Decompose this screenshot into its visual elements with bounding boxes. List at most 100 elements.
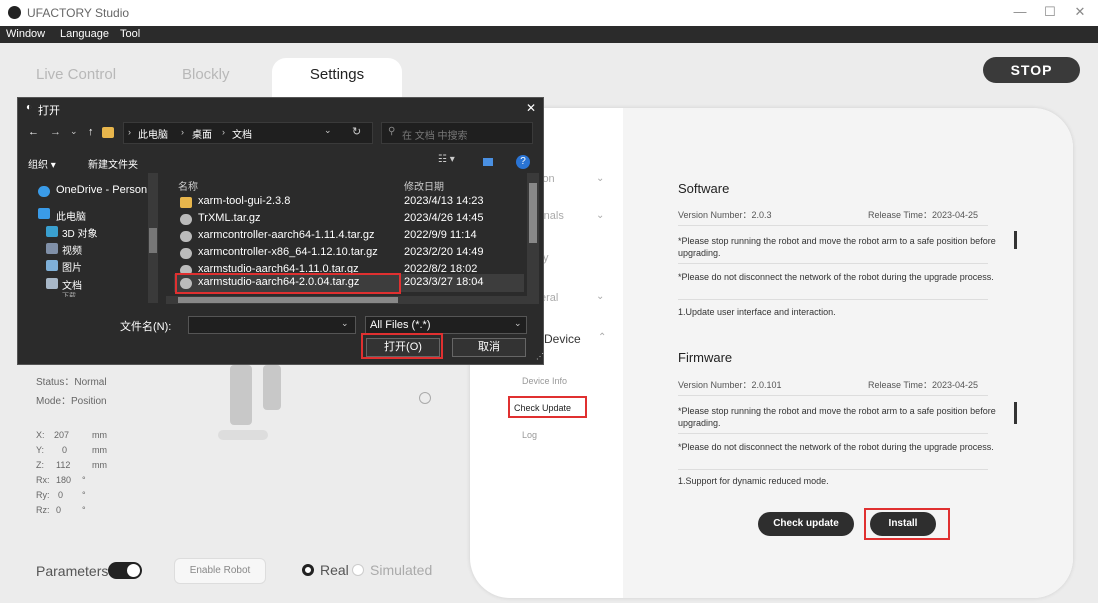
coord-axis: Z:: [36, 460, 44, 470]
breadcrumb-item[interactable]: 桌面: [192, 126, 212, 141]
nav-log[interactable]: Log: [522, 430, 537, 440]
tree-item-onedrive[interactable]: OneDrive - Person: [56, 184, 147, 196]
preview-pane-icon[interactable]: [483, 158, 493, 166]
scroll-thumb[interactable]: [529, 183, 537, 243]
back-arrow-icon[interactable]: ←: [28, 126, 39, 138]
help-icon[interactable]: ?: [516, 155, 530, 169]
breadcrumb-sep-icon: ›: [222, 127, 225, 137]
cancel-button[interactable]: 取消: [452, 338, 526, 357]
chevron-down-icon: ⌄: [596, 210, 605, 221]
view-options-icon[interactable]: ☷ ▾: [438, 154, 455, 165]
tab-blockly[interactable]: Blockly: [182, 66, 230, 83]
resize-grip-icon[interactable]: ⋰: [536, 352, 544, 361]
column-header-name[interactable]: 名称: [178, 178, 198, 193]
scroll-thumb[interactable]: [149, 228, 157, 253]
tree-item-pictures[interactable]: 图片: [62, 259, 82, 274]
dialog-icon: ◐: [26, 102, 33, 113]
minimize-icon[interactable]: —: [1010, 4, 1030, 19]
forward-arrow-icon[interactable]: →: [50, 126, 61, 138]
folder-icon: [102, 127, 114, 138]
tree-item-this-pc[interactable]: 此电脑: [56, 208, 86, 223]
software-note: *Please stop running the robot and move …: [678, 236, 996, 258]
software-scrollbar[interactable]: [1014, 231, 1017, 249]
robot-arm-image: [230, 365, 252, 425]
file-list-scrollbar[interactable]: [527, 173, 539, 303]
up-arrow-icon[interactable]: ↑: [88, 126, 94, 138]
nav-item-device[interactable]: Device: [544, 332, 581, 346]
new-folder-button[interactable]: 新建文件夹: [88, 156, 138, 171]
breadcrumb-item[interactable]: 此电脑: [138, 126, 168, 141]
file-row-name[interactable]: TrXML.tar.gz: [198, 212, 261, 224]
coord-axis: Ry:: [36, 490, 50, 500]
dialog-title: 打开: [38, 105, 60, 117]
title-bar: UFACTORY Studio — ☐ ✕: [0, 0, 1098, 26]
dialog-close-icon[interactable]: ✕: [526, 101, 536, 115]
tab-live-control[interactable]: Live Control: [36, 66, 116, 83]
tree-item-videos[interactable]: 视频: [62, 242, 82, 257]
coord-axis: Rx:: [36, 475, 50, 485]
filename-input[interactable]: ⌄: [188, 316, 356, 334]
chevron-down-icon: ⌄: [514, 318, 522, 328]
simulated-radio[interactable]: [352, 564, 364, 576]
coord-unit: mm: [92, 460, 107, 470]
coord-value: 0: [58, 490, 64, 500]
recent-dropdown-icon[interactable]: ⌄: [70, 126, 78, 137]
file-row-name[interactable]: xarmcontroller-x86_64-1.12.10.tar.gz: [198, 246, 378, 258]
breadcrumb-item[interactable]: 文档: [232, 126, 252, 141]
chevron-down-icon[interactable]: ⌄: [341, 318, 349, 329]
crosshair-icon[interactable]: [419, 392, 431, 404]
search-input[interactable]: ⚲ 在 文档 中搜索: [381, 122, 533, 144]
firmware-scrollbar[interactable]: [1014, 402, 1017, 424]
file-type-select[interactable]: All Files (*.*) ⌄: [365, 316, 527, 334]
coord-axis: Y:: [36, 445, 45, 455]
coord-value: 180: [56, 475, 72, 485]
organize-button[interactable]: 组织 ▾: [28, 156, 56, 171]
coord-unit: °: [82, 475, 86, 485]
file-row-date: 2023/4/13 14:23: [404, 195, 484, 207]
chevron-down-icon: ⌄: [596, 291, 605, 302]
tree-scrollbar[interactable]: [148, 173, 158, 303]
tree-item-documents[interactable]: 文档: [62, 277, 82, 292]
chevron-down-icon: ⌄: [596, 173, 605, 184]
close-icon[interactable]: ✕: [1070, 4, 1090, 20]
file-row-date: 2023/3/27 18:04: [404, 276, 484, 288]
divider: [678, 225, 988, 226]
simulated-label: Simulated: [370, 562, 433, 578]
scroll-thumb[interactable]: [178, 297, 398, 303]
check-update-button[interactable]: Check update: [758, 512, 854, 536]
software-release-time: Release Time：2023-04-25: [868, 210, 979, 220]
real-label: Real: [320, 562, 349, 578]
file-row-name[interactable]: xarmcontroller-aarch64-1.11.4.tar.gz: [198, 229, 375, 241]
tree-item-3d[interactable]: 3D 对象: [62, 225, 98, 240]
menu-language[interactable]: Language: [60, 28, 109, 40]
address-bar[interactable]: › 此电脑 › 桌面 › 文档 ⌄ ↻: [123, 122, 373, 144]
stop-button[interactable]: STOP: [983, 57, 1080, 83]
software-title: Software: [678, 181, 730, 196]
nav-device-info[interactable]: Device Info: [522, 376, 567, 386]
divider: [678, 395, 988, 396]
divider: [678, 263, 988, 264]
tree-item-downloads[interactable]: 下载: [62, 291, 76, 297]
coord-value: 0: [62, 445, 68, 455]
file-row-date: 2023/2/20 14:49: [404, 246, 484, 258]
firmware-release-time: Release Time：2023-04-25: [868, 380, 979, 390]
open-file-dialog: ◐ 打开 ✕ ← → ⌄ ↑ › 此电脑 › 桌面 › 文档 ⌄ ↻ ⚲ 在 文…: [17, 97, 544, 365]
computer-icon: [38, 208, 50, 219]
refresh-icon[interactable]: ↻: [352, 125, 361, 138]
maximize-icon[interactable]: ☐: [1040, 4, 1060, 20]
coord-unit: °: [82, 490, 86, 500]
column-header-date[interactable]: 修改日期: [404, 178, 444, 193]
tab-settings[interactable]: Settings: [272, 58, 402, 98]
chevron-down-icon[interactable]: ⌄: [324, 125, 332, 136]
real-radio[interactable]: [302, 564, 314, 576]
toggle-knob: [127, 564, 140, 577]
firmware-title: Firmware: [678, 350, 733, 365]
menu-tool[interactable]: Tool: [120, 28, 140, 40]
install-highlight: [864, 508, 950, 540]
menu-window[interactable]: Window: [6, 28, 45, 40]
search-icon: ⚲: [388, 126, 396, 137]
enable-robot-button[interactable]: Enable Robot: [174, 558, 266, 584]
parameters-toggle[interactable]: [108, 562, 142, 579]
horizontal-scrollbar[interactable]: [166, 296, 539, 304]
file-row-name[interactable]: xarm-tool-gui-2.3.8: [198, 195, 290, 207]
